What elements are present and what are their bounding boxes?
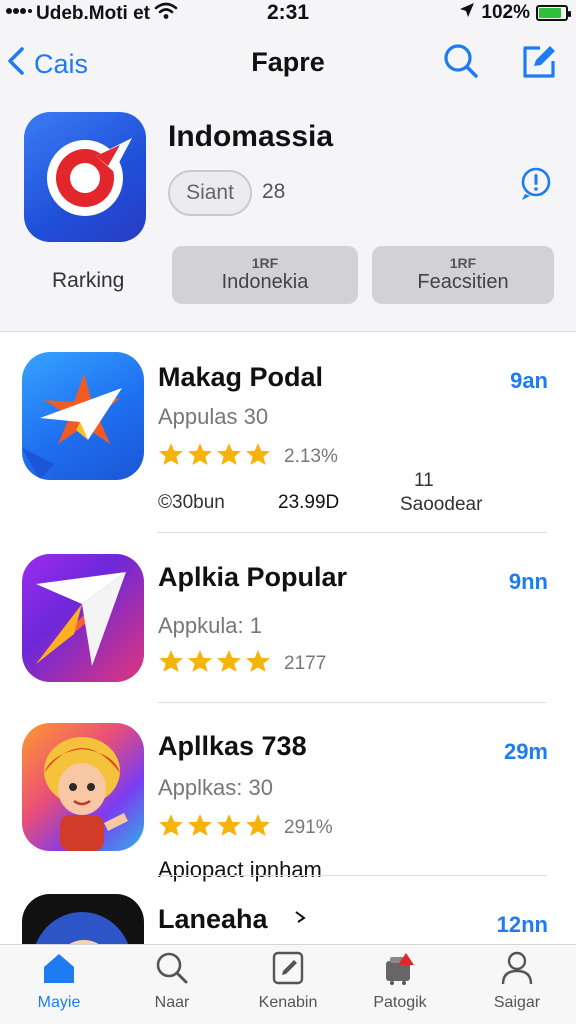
status-right: 102% xyxy=(459,2,571,24)
app-size-button[interactable]: 29m xyxy=(504,739,548,765)
list-item[interactable]: Apllkas 738 Applkas: 30 291% 29m Apiopac… xyxy=(0,703,576,882)
cart-icon xyxy=(380,951,420,990)
makag-podal-app-icon xyxy=(22,352,144,480)
navigation-bar: Cais Fapre xyxy=(0,28,576,102)
app-title: Apllkas 738 xyxy=(158,731,307,761)
apllkas-app-icon xyxy=(22,723,144,851)
info-icon[interactable] xyxy=(519,166,553,207)
star-icon xyxy=(188,443,212,465)
get-button[interactable]: Siant xyxy=(168,170,252,216)
rank-button-feacsitien[interactable]: 1RF Feacsitien xyxy=(372,246,554,304)
tab-home[interactable]: Mayie xyxy=(4,951,114,1012)
rank-button-label: Feacsitien xyxy=(417,271,509,293)
search-icon xyxy=(154,951,190,990)
tab-bar: Mayie Naar Kenabin Patogik Saigar xyxy=(0,944,576,1024)
location-arrow-icon xyxy=(459,2,475,24)
star-icon xyxy=(217,443,241,465)
star-icon xyxy=(246,814,270,836)
star-icon xyxy=(159,650,183,672)
tab-cart[interactable]: Patogik xyxy=(345,951,455,1012)
status-bar: Udeb.Moti et 2:31 102% xyxy=(0,0,576,28)
star-icon xyxy=(217,814,241,836)
list-item[interactable]: Aplkia Popular Appkula: 1 2177 9nn xyxy=(0,533,576,703)
rank-button-indonekia[interactable]: 1RF Indonekia xyxy=(172,246,358,304)
home-icon xyxy=(41,951,77,990)
aplkia-popular-app-icon xyxy=(22,554,144,682)
tab-edit[interactable]: Kenabin xyxy=(233,951,343,1012)
battery-level xyxy=(539,8,562,18)
pill-count: 28 xyxy=(262,180,286,203)
star-icon xyxy=(246,650,270,672)
tab-label: Patogik xyxy=(373,994,427,1011)
rating-count: 2177 xyxy=(284,653,327,674)
rating-count: 291% xyxy=(284,817,333,838)
rank-button-tag: 1RF xyxy=(251,255,279,271)
app-list: Makag Podal Appulas 30 2.13% 9an ©30bun … xyxy=(0,332,576,944)
app-subtitle: Appkula: 1 xyxy=(158,613,262,638)
app-size-button[interactable]: 9an xyxy=(510,368,548,394)
meta-field: 11 xyxy=(414,470,434,491)
featured-app-name: Indomassia xyxy=(168,120,334,153)
star-icon xyxy=(159,814,183,836)
app-size-button[interactable]: 12nn xyxy=(497,912,548,938)
compose-icon[interactable] xyxy=(520,42,558,80)
featured-app-header: Indomassia Siant 28 Rarking 1RF Indoneki… xyxy=(0,102,576,332)
rank-button-tag: 1RF xyxy=(449,255,477,271)
tab-label: Mayie xyxy=(37,994,81,1011)
tab-label: Kenabin xyxy=(258,994,318,1011)
app-title: Laneaha xyxy=(158,904,268,934)
tab-search[interactable]: Naar xyxy=(117,951,227,1012)
rating-stars xyxy=(158,442,271,466)
app-title: Aplkia Popular xyxy=(158,562,348,592)
battery-icon xyxy=(536,5,571,21)
app-title: Makag Podal xyxy=(158,362,324,392)
rank-button-label: Indonekia xyxy=(221,271,309,293)
app-size-button[interactable]: 9nn xyxy=(509,569,548,595)
list-item[interactable]: Makag Podal Appulas 30 2.13% 9an ©30bun … xyxy=(0,332,576,533)
search-icon[interactable] xyxy=(442,42,480,80)
rating-stars xyxy=(158,813,271,837)
meta-field: ©30bun xyxy=(158,492,225,513)
tab-label: Naar xyxy=(154,994,190,1011)
ranking-label: Rarking xyxy=(52,269,125,292)
person-icon xyxy=(499,951,535,990)
featured-app-icon[interactable] xyxy=(24,112,146,242)
app-subtitle: Appulas 30 xyxy=(158,404,269,429)
star-icon xyxy=(217,650,241,672)
list-item[interactable]: Laneaha 12nn xyxy=(0,876,576,944)
star-icon xyxy=(159,443,183,465)
battery-percent: 102% xyxy=(481,2,530,23)
tab-profile[interactable]: Saigar xyxy=(462,951,572,1012)
meta-field: 23.99D xyxy=(278,492,340,513)
app-subtitle: Applkas: 30 xyxy=(158,775,273,800)
star-icon xyxy=(188,650,212,672)
rating-stars xyxy=(158,649,271,673)
nav-actions xyxy=(442,42,558,80)
edit-icon xyxy=(270,951,306,990)
tab-label: Saigar xyxy=(493,994,541,1011)
star-icon xyxy=(246,443,270,465)
meta-field: Saoodear xyxy=(400,494,483,515)
rating-count: 2.13% xyxy=(284,446,338,467)
small-arrow-icon xyxy=(294,910,306,929)
laneaha-app-icon xyxy=(22,894,144,944)
star-icon xyxy=(188,814,212,836)
